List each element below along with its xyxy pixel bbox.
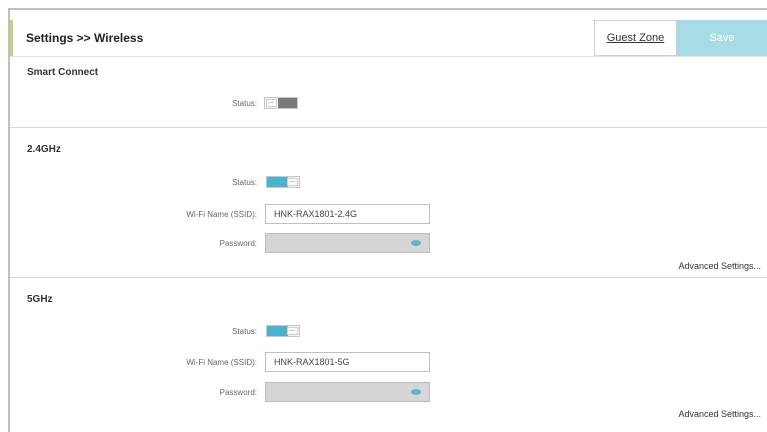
toggle-knob: — <box>287 327 298 335</box>
band-5-ssid-label: Wi-Fi Name (SSID): <box>186 358 257 367</box>
band-24-ssid-label: Wi-Fi Name (SSID): <box>186 210 257 219</box>
band-5-toggle[interactable]: — <box>266 325 300 337</box>
header-accent-bar <box>10 20 13 56</box>
toggle-track <box>278 98 297 108</box>
page-title: Settings >> Wireless <box>26 31 144 45</box>
eye-icon[interactable] <box>411 240 421 246</box>
band-5-password-input[interactable] <box>265 382 430 402</box>
toggle-knob: — <box>266 99 277 107</box>
band-5-ssid-input[interactable]: HNK-RAX1801-5G <box>265 352 430 372</box>
band-5-advanced-settings-link[interactable]: Advanced Settings... <box>678 409 761 419</box>
guest-zone-link[interactable]: Guest Zone <box>594 20 677 56</box>
toggle-track <box>267 177 288 187</box>
band-5-password-label: Password: <box>219 388 257 397</box>
band-24-title: 2.4GHz <box>27 144 61 155</box>
band-24-status-label: Status: <box>232 178 257 187</box>
band-5-title: 5GHz <box>27 294 53 305</box>
smart-connect-status-label: Status: <box>232 99 257 108</box>
section-divider <box>10 277 767 278</box>
band-24-advanced-settings-link[interactable]: Advanced Settings... <box>678 261 761 271</box>
band-24-ssid-input[interactable]: HNK-RAX1801-2.4G <box>265 204 430 224</box>
band-5-status-label: Status: <box>232 327 257 336</box>
toggle-knob: — <box>287 178 298 186</box>
band-24-password-input[interactable] <box>265 233 430 253</box>
toggle-track <box>267 326 288 336</box>
save-button[interactable]: Save <box>677 20 767 56</box>
smart-connect-title: Smart Connect <box>27 67 99 78</box>
band-24-toggle[interactable]: — <box>266 176 300 188</box>
band-24-password-label: Password: <box>219 239 257 248</box>
smart-connect-toggle[interactable]: — <box>264 97 298 109</box>
section-divider <box>10 127 767 128</box>
eye-icon[interactable] <box>411 389 421 395</box>
